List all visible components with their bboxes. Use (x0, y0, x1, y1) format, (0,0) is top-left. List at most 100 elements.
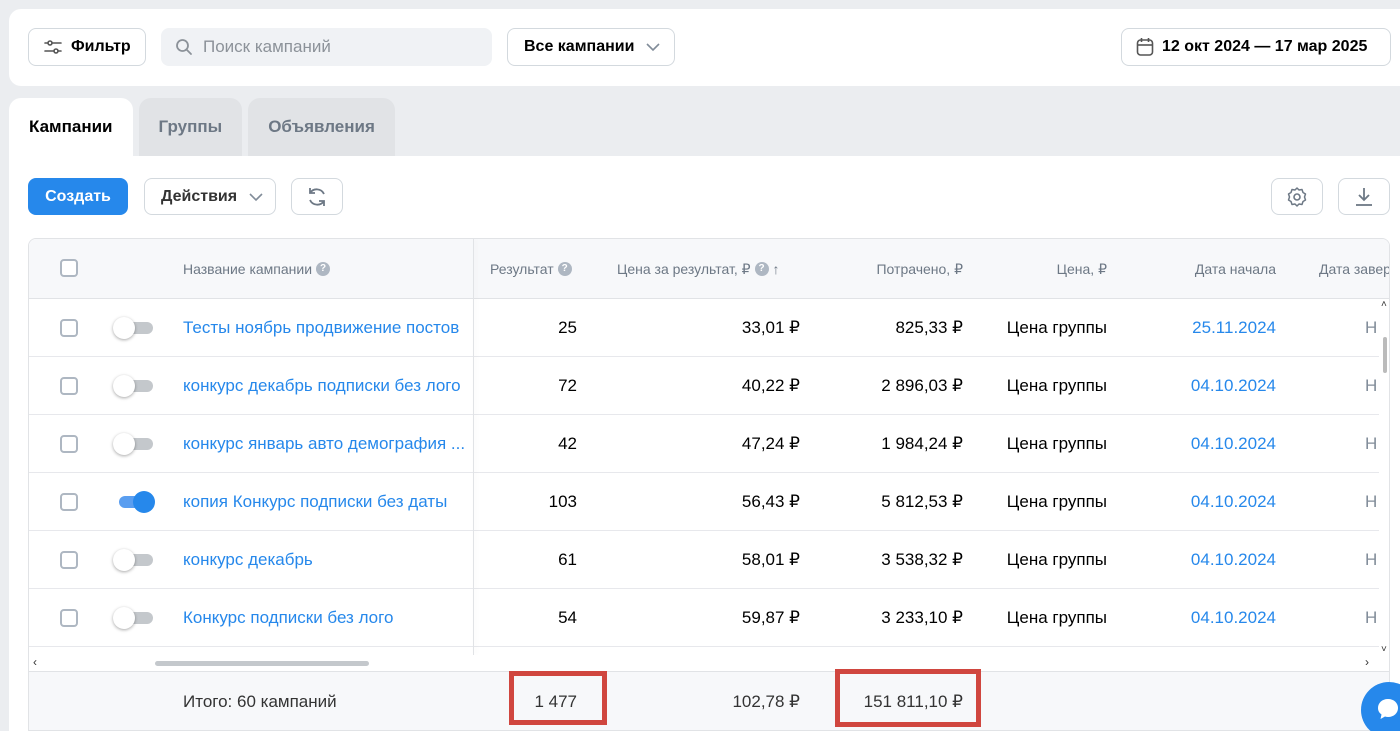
row-checkbox[interactable] (60, 493, 78, 511)
table-body: Тесты ноябрь продвижение постов 25 33,01 ₽… (29, 299, 1379, 655)
cell-cost-per-result: 40,22 ₽ (741, 376, 800, 395)
cell-cost-per-result: 33,01 ₽ (741, 318, 800, 337)
help-icon[interactable]: ? (557, 262, 572, 276)
cell-start-date[interactable]: 04.10.2024 (1129, 357, 1276, 415)
chevron-down-icon (249, 192, 263, 201)
campaigns-select[interactable]: Все кампании (507, 28, 675, 66)
cell-price: Цена группы (1006, 492, 1107, 511)
campaigns-table: Название кампании ? Результат ? Цена за … (28, 238, 1390, 731)
table-row[interactable]: конкурс декабрь 61 58,01 ₽ 3 538,32 ₽ Цена г… (29, 531, 1379, 589)
campaign-toggle[interactable] (113, 433, 153, 455)
cell-spent: 3 233,10 ₽ (881, 608, 963, 627)
cell-price: Цена группы (1006, 550, 1107, 569)
chat-icon (1378, 699, 1398, 719)
column-end-date[interactable]: Дата завер (1319, 239, 1390, 299)
cell-start-date[interactable]: 25.11.2024 (1129, 299, 1276, 357)
scroll-up-icon[interactable]: ˄ (1381, 299, 1387, 310)
search-input[interactable] (203, 37, 483, 57)
campaign-toggle[interactable] (113, 375, 153, 397)
table-row[interactable]: Конкурс подписки без лого 54 59,87 ₽ 3 233,… (29, 589, 1379, 647)
cell-end-date: Н (1365, 376, 1378, 395)
cell-start-date[interactable]: 04.10.2024 (1129, 415, 1276, 473)
cell-spent: 825,33 ₽ (895, 318, 963, 337)
column-spent[interactable]: Потрачено, ₽ (876, 239, 963, 299)
column-cost-per-result[interactable]: Цена за результат, ₽ ? ↑ (617, 239, 780, 299)
horizontal-scrollbar[interactable]: ‹ › (29, 655, 1389, 671)
gear-icon (1287, 186, 1307, 207)
row-checkbox[interactable] (60, 435, 78, 453)
cell-start-date[interactable]: 04.10.2024 (1129, 531, 1276, 589)
campaign-name-link[interactable]: конкурс декабрь (183, 531, 313, 589)
vertical-scrollbar[interactable]: ˄ ˅ (1379, 299, 1389, 655)
vertical-scroll-thumb[interactable] (1383, 337, 1387, 373)
row-checkbox[interactable] (60, 551, 78, 569)
campaign-toggle[interactable] (113, 317, 153, 339)
cell-spent: 2 896,03 ₽ (881, 376, 963, 395)
cell-end-date: Н (1365, 434, 1378, 453)
horizontal-scroll-thumb[interactable] (155, 661, 369, 666)
cell-end-date: Н (1365, 608, 1378, 627)
cell-price: Цена группы (1006, 318, 1107, 337)
cell-price: Цена группы (1006, 376, 1107, 395)
cell-start-date[interactable]: 04.10.2024 (1129, 589, 1276, 647)
calendar-icon (1136, 38, 1154, 56)
cell-price: Цена группы (1006, 608, 1107, 627)
actions-dropdown[interactable]: Действия (144, 178, 276, 215)
column-start-date[interactable]: Дата начала (1195, 239, 1276, 299)
column-name-label: Название кампании (183, 261, 313, 277)
campaign-name-link[interactable]: конкурс январь авто демография ... (183, 415, 465, 473)
campaign-name-link[interactable]: копия Конкурс подписки без даты (183, 473, 447, 531)
date-range-picker[interactable]: 12 окт 2024 — 17 мар 2025 (1121, 28, 1391, 66)
actions-label: Действия (161, 187, 238, 205)
row-checkbox[interactable] (60, 609, 78, 627)
campaign-name-link[interactable]: Конкурс подписки без лого (183, 589, 393, 647)
table-row[interactable]: копия Конкурс подписки без даты 103 56,43 … (29, 473, 1379, 531)
download-button[interactable] (1338, 178, 1390, 215)
column-name[interactable]: Название кампании ? (183, 239, 331, 299)
scroll-down-icon[interactable]: ˅ (1381, 644, 1387, 655)
campaign-toggle[interactable] (113, 607, 153, 629)
select-all-checkbox[interactable] (60, 259, 78, 277)
cell-spent: 1 984,24 ₽ (881, 434, 963, 453)
cell-start-date[interactable]: 04.10.2024 (1129, 473, 1276, 531)
row-checkbox[interactable] (60, 319, 78, 337)
row-checkbox[interactable] (60, 377, 78, 395)
column-result[interactable]: Результат ? (490, 239, 572, 299)
campaign-toggle[interactable] (113, 549, 153, 571)
download-icon (1356, 187, 1372, 206)
campaigns-select-value: Все кампании (524, 38, 635, 55)
table-row[interactable]: конкурс январь авто демография ... 42 47,2… (29, 415, 1379, 473)
sort-arrow-icon: ↑ (772, 261, 780, 277)
search-box[interactable] (161, 28, 492, 66)
date-range-value: 12 окт 2024 — 17 мар 2025 (1162, 38, 1368, 55)
settings-button[interactable] (1271, 178, 1323, 215)
column-price[interactable]: Цена, ₽ (1057, 239, 1107, 299)
tab-campaigns[interactable]: Кампании (9, 98, 133, 156)
column-end-date-label: Дата завер (1319, 261, 1390, 277)
cell-cost-per-result: 47,24 ₽ (741, 434, 800, 453)
cell-price: Цена группы (1006, 434, 1107, 453)
totals-cost-per-result: 102,78 ₽ (732, 691, 800, 711)
tab-groups[interactable]: Группы (138, 98, 243, 156)
top-toolbar: Фильтр Все кампании 12 окт 2024 — 17 мар… (9, 9, 1400, 86)
tab-ads[interactable]: Объявления (248, 98, 395, 156)
tab-bar: Кампании Группы Объявления (9, 98, 401, 156)
table-row[interactable]: конкурс декабрь подписки без лого 72 40,22… (29, 357, 1379, 415)
campaign-toggle[interactable] (113, 491, 155, 513)
cell-end-date: Н (1365, 318, 1378, 337)
frozen-column-divider (473, 239, 474, 655)
filter-button[interactable]: Фильтр (28, 28, 146, 66)
campaign-name-link[interactable]: Тесты ноябрь продвижение постов (183, 299, 459, 357)
campaign-name-link[interactable]: конкурс декабрь подписки без лого (183, 357, 461, 415)
table-totals: Итого: 60 кампаний 1 477 102,78 ₽ 151 81… (29, 671, 1389, 730)
column-price-label: Цена, ₽ (1056, 260, 1107, 277)
scroll-right-icon[interactable]: › (1365, 655, 1369, 669)
filter-icon (44, 40, 62, 54)
help-icon[interactable]: ? (754, 262, 769, 276)
table-header: Название кампании ? Результат ? Цена за … (29, 239, 1390, 299)
refresh-button[interactable] (291, 178, 343, 215)
scroll-left-icon[interactable]: ‹ (33, 655, 37, 669)
create-button[interactable]: Создать (28, 178, 128, 215)
help-icon[interactable]: ? (316, 262, 331, 276)
table-row[interactable]: Тесты ноябрь продвижение постов 25 33,01 ₽… (29, 299, 1379, 357)
